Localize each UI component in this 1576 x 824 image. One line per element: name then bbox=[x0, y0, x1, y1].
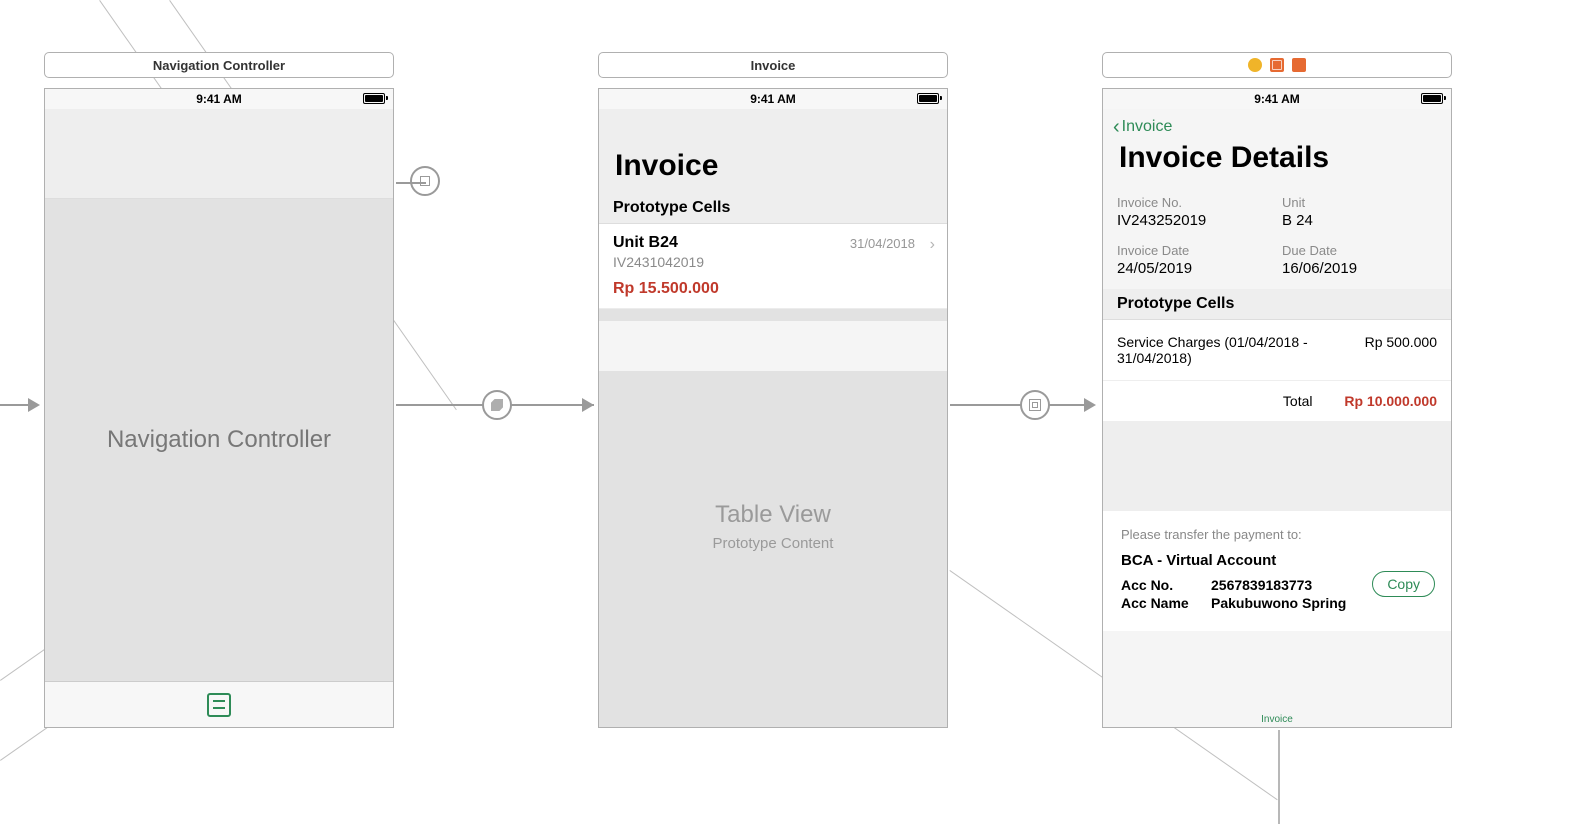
invoice-date-value: 24/05/2019 bbox=[1117, 260, 1272, 277]
object-icon bbox=[1270, 58, 1284, 72]
cell-price: Rp 15.500.000 bbox=[613, 280, 933, 298]
line-item-amount: Rp 500.000 bbox=[1365, 334, 1437, 366]
scene-invoice-list[interactable]: Invoice 9:41 AM Invoice Prototype Cells … bbox=[598, 52, 948, 728]
copy-button[interactable]: Copy bbox=[1372, 571, 1435, 597]
line-item: Service Charges (01/04/2018 - 31/04/2018… bbox=[1103, 320, 1451, 380]
navcontroller-label: Navigation Controller bbox=[107, 426, 331, 454]
exit-icon bbox=[1292, 58, 1306, 72]
scene-title[interactable]: Invoice bbox=[598, 52, 948, 78]
segue-show-badge[interactable] bbox=[1020, 390, 1050, 420]
total-row: Total Rp 10.000.000 bbox=[1103, 380, 1451, 421]
section-header: Prototype Cells bbox=[1103, 289, 1451, 320]
segue-root-badge[interactable] bbox=[482, 390, 512, 420]
bg-line bbox=[1278, 730, 1280, 824]
total-label: Total bbox=[1283, 393, 1313, 409]
phone-frame: 9:41 AM Navigation Controller bbox=[44, 88, 394, 728]
unit-value: B 24 bbox=[1282, 212, 1437, 229]
invoice-tab-icon[interactable] bbox=[207, 693, 231, 717]
back-button[interactable]: ‹ Invoice bbox=[1113, 117, 1172, 137]
battery-icon bbox=[917, 93, 939, 104]
scene-title-text: Invoice bbox=[751, 58, 796, 73]
due-date-label: Due Date bbox=[1282, 243, 1437, 258]
navbar-placeholder bbox=[45, 109, 393, 199]
cell-invoice-no: IV2431042019 bbox=[613, 254, 933, 270]
chevron-right-icon: › bbox=[930, 236, 935, 254]
segue-root-head bbox=[582, 398, 594, 412]
tableview-placeholder-title: Table View bbox=[599, 501, 947, 529]
page-title: Invoice bbox=[599, 109, 947, 193]
navbar: ‹ Invoice Invoice Details bbox=[1103, 109, 1451, 185]
due-date-value: 16/06/2019 bbox=[1282, 260, 1437, 277]
tab-label[interactable]: Invoice bbox=[1103, 714, 1451, 727]
unit-label: Unit bbox=[1282, 195, 1437, 210]
status-bar: 9:41 AM bbox=[1103, 89, 1451, 109]
accname-label: Acc Name bbox=[1121, 595, 1211, 611]
back-label: Invoice bbox=[1122, 118, 1173, 136]
entry-segue bbox=[0, 404, 30, 406]
invoice-no-label: Invoice No. bbox=[1117, 195, 1272, 210]
accno-value: 2567839183773 bbox=[1211, 577, 1312, 593]
storyboard-canvas[interactable]: Navigation Controller 9:41 AM Navigation… bbox=[0, 0, 1576, 824]
total-amount: Rp 10.000.000 bbox=[1344, 393, 1437, 409]
invoice-no-value: IV243252019 bbox=[1117, 212, 1272, 229]
scene-title[interactable]: Navigation Controller bbox=[44, 52, 394, 78]
segue-relationship-badge[interactable] bbox=[410, 166, 440, 196]
tableview-placeholder-sub: Prototype Content bbox=[599, 535, 947, 552]
cell-date: 31/04/2018 bbox=[850, 236, 915, 251]
payment-prompt: Please transfer the payment to: bbox=[1121, 527, 1433, 542]
battery-icon bbox=[1421, 93, 1443, 104]
battery-icon bbox=[363, 93, 385, 104]
copy-button-label: Copy bbox=[1387, 576, 1420, 592]
invoice-date-label: Invoice Date bbox=[1117, 243, 1272, 258]
tab-bar bbox=[45, 681, 393, 727]
chevron-left-icon: ‹ bbox=[1113, 117, 1120, 137]
scene-invoice-details[interactable]: 9:41 AM ‹ Invoice Invoice Details Invoic… bbox=[1102, 52, 1452, 728]
scene-title-text: Navigation Controller bbox=[153, 58, 285, 73]
line-item-desc: Service Charges (01/04/2018 - 31/04/2018… bbox=[1117, 334, 1317, 366]
segue-relationship-line bbox=[396, 182, 426, 184]
entry-segue-head bbox=[28, 398, 40, 412]
navcontroller-body: Navigation Controller bbox=[45, 199, 393, 681]
payment-box: Please transfer the payment to: BCA - Vi… bbox=[1103, 511, 1451, 631]
scene-title[interactable] bbox=[1102, 52, 1452, 78]
section-header: Prototype Cells bbox=[599, 193, 947, 224]
bank-name: BCA - Virtual Account bbox=[1121, 552, 1433, 569]
warning-icon bbox=[1248, 58, 1262, 72]
accno-label: Acc No. bbox=[1121, 577, 1211, 593]
accname-value: Pakubuwono Spring bbox=[1211, 595, 1346, 611]
phone-frame: 9:41 AM Invoice Prototype Cells Unit B24… bbox=[598, 88, 948, 728]
segue-show-head bbox=[1084, 398, 1096, 412]
status-time: 9:41 AM bbox=[196, 92, 242, 106]
spacer bbox=[1103, 421, 1451, 511]
invoice-cell[interactable]: Unit B24 IV2431042019 Rp 15.500.000 31/0… bbox=[599, 224, 947, 309]
status-time: 9:41 AM bbox=[1254, 92, 1300, 106]
status-bar: 9:41 AM bbox=[45, 89, 393, 109]
status-time: 9:41 AM bbox=[750, 92, 796, 106]
scene-navigation-controller[interactable]: Navigation Controller 9:41 AM Navigation… bbox=[44, 52, 394, 728]
status-bar: 9:41 AM bbox=[599, 89, 947, 109]
invoice-meta: Invoice No. IV243252019 Unit B 24 Invoic… bbox=[1103, 185, 1451, 289]
phone-frame: 9:41 AM ‹ Invoice Invoice Details Invoic… bbox=[1102, 88, 1452, 728]
